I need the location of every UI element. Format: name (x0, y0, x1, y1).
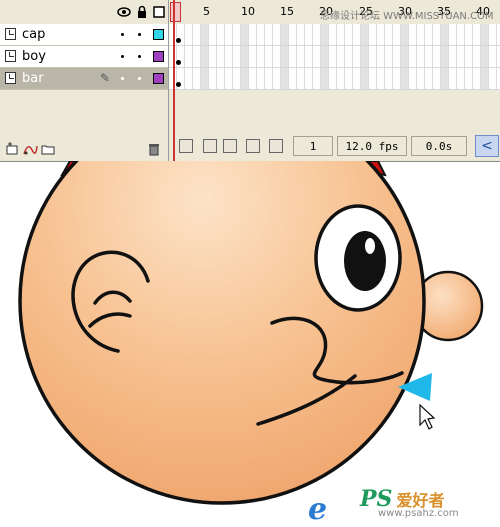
layer-row-cap[interactable]: cap (0, 24, 168, 46)
add-layer-icon[interactable] (5, 142, 19, 156)
edit-multiple-frames-icon[interactable] (246, 139, 260, 153)
eye-icon[interactable] (117, 5, 131, 19)
mouse-cursor-icon (419, 403, 436, 430)
outline-color-swatch[interactable] (153, 29, 164, 40)
ruler-label: 15 (280, 5, 294, 18)
frame-grid[interactable] (169, 24, 500, 90)
onion-skin-outlines-icon[interactable] (223, 139, 237, 153)
eye-pupil (344, 231, 386, 291)
keyframe[interactable] (176, 60, 181, 65)
keyframe[interactable] (176, 82, 181, 87)
fps-field[interactable]: 12.0 fps (337, 136, 407, 156)
eye-highlight (365, 238, 375, 254)
layer-row-boy[interactable]: boy (0, 46, 168, 68)
watermark-corner-logo: e (308, 492, 328, 527)
insert-folder-icon[interactable] (41, 142, 55, 156)
modify-onion-markers-icon[interactable] (269, 139, 283, 153)
layer-panel: cap boy bar ✎ (0, 0, 169, 161)
current-frame-field[interactable]: 1 (293, 136, 333, 156)
ruler-label: 5 (203, 5, 210, 18)
character-drawing (18, 161, 484, 505)
outline-icon[interactable] (152, 5, 166, 19)
playhead-handle[interactable] (170, 2, 181, 22)
layer-row-bar[interactable]: bar ✎ (0, 68, 168, 90)
frame-row-cap[interactable] (169, 24, 500, 46)
lock-dot[interactable] (138, 33, 141, 36)
lock-dot[interactable] (138, 77, 141, 80)
onion-skin-icon[interactable] (203, 139, 217, 153)
lock-icon[interactable] (135, 5, 149, 19)
watermark-url: www.psahz.com (378, 508, 459, 519)
watermark-top: 思缘设计论坛 WWW.MISSYUAN.COM (320, 11, 494, 22)
visibility-dot[interactable] (121, 77, 124, 80)
stage-canvas[interactable] (0, 161, 500, 527)
outline-color-swatch[interactable] (153, 73, 164, 84)
layer-name: bar (22, 71, 44, 86)
keyframe[interactable] (176, 38, 181, 43)
layer-name: cap (22, 27, 46, 42)
frame-row-boy[interactable] (169, 46, 500, 68)
layer-icon (5, 72, 16, 84)
ruler-label: 10 (241, 5, 255, 18)
visibility-dot[interactable] (121, 33, 124, 36)
layer-name: boy (22, 49, 46, 64)
timeline-status-bar: 1 12.0 fps 0.0s < (169, 134, 500, 160)
lock-dot[interactable] (138, 55, 141, 58)
playhead-line[interactable] (173, 0, 175, 161)
add-motion-guide-icon[interactable] (22, 142, 38, 156)
layer-header (0, 0, 168, 24)
layer-icon (5, 50, 16, 62)
outline-color-swatch[interactable] (153, 51, 164, 62)
elapsed-time-field: 0.0s (411, 136, 467, 156)
frame-row-bar[interactable] (169, 68, 500, 90)
trash-icon[interactable] (148, 142, 160, 156)
frames-panel: 1 5 10 15 20 25 30 35 40 1 12.0 fps 0.0s… (169, 0, 500, 161)
scroll-left-button[interactable]: < (475, 135, 499, 157)
visibility-dot[interactable] (121, 55, 124, 58)
timeline-panel: cap boy bar ✎ 1 5 (0, 0, 500, 162)
layer-icon (5, 28, 16, 40)
layer-tools (0, 138, 168, 160)
pencil-icon: ✎ (100, 71, 111, 85)
center-frame-icon[interactable] (179, 139, 193, 153)
